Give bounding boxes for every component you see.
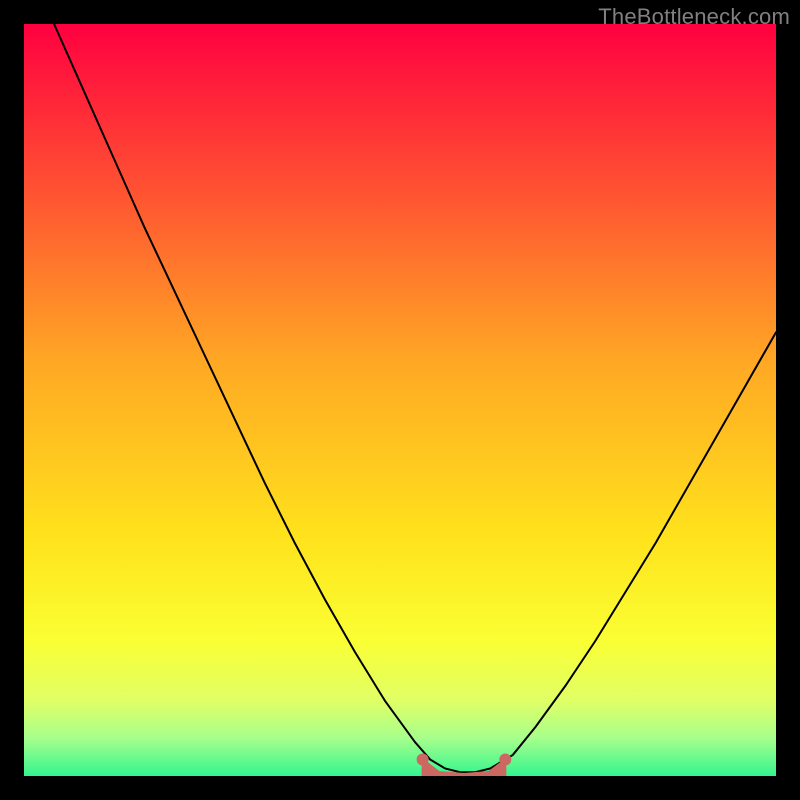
optimum-left-cap — [417, 754, 429, 766]
chart-frame: TheBottleneck.com — [0, 0, 800, 800]
plot-area — [24, 24, 776, 776]
watermark-text: TheBottleneck.com — [598, 4, 790, 30]
chart-svg — [24, 24, 776, 776]
optimum-right-cap — [499, 754, 511, 766]
gradient-background — [24, 24, 776, 776]
